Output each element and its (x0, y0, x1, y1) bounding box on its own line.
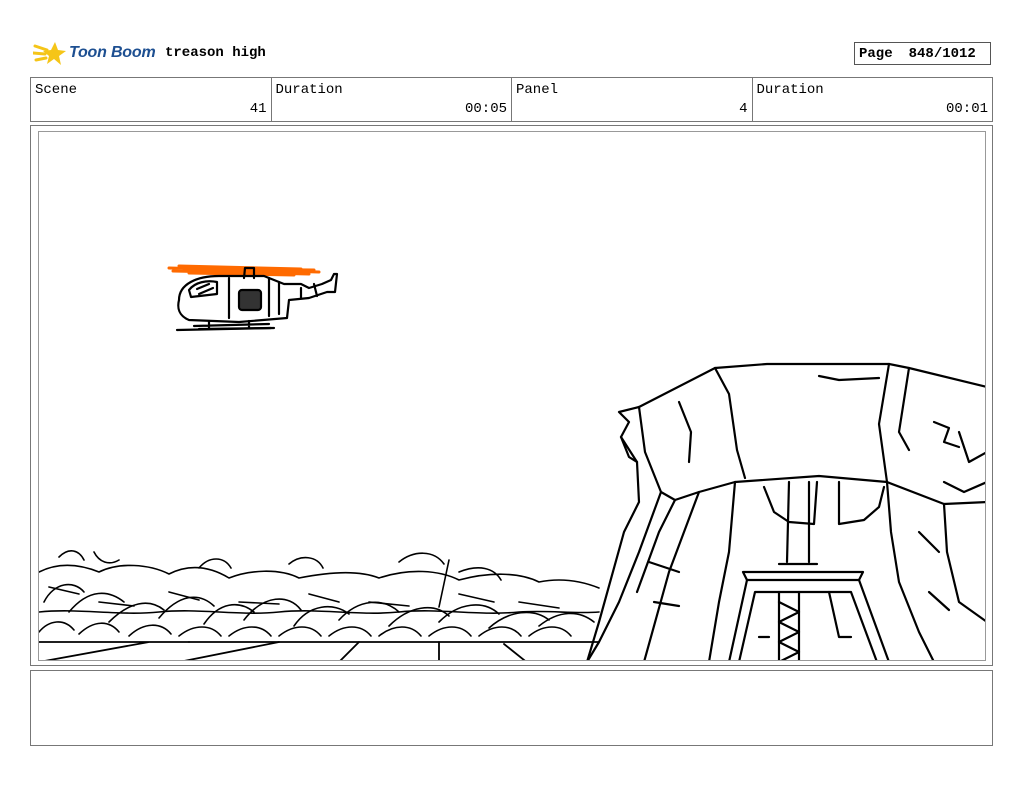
scene-value: 41 (249, 101, 267, 117)
scene-cell: Scene 41 (31, 78, 272, 121)
jungle-foliage (39, 550, 600, 637)
panel-duration-label: Duration (756, 82, 824, 98)
panel-duration-cell: Duration 00:01 (753, 78, 993, 121)
panel-value: 4 (739, 101, 748, 117)
star-burst-icon (33, 42, 66, 65)
panel-image (38, 131, 986, 661)
scene-duration-cell: Duration 00:05 (272, 78, 512, 121)
scene-label: Scene (35, 82, 78, 98)
panel-duration-value: 00:01 (945, 101, 988, 117)
panel-label: Panel (516, 82, 559, 98)
scene-duration-value: 00:05 (464, 101, 507, 117)
panel-cell: Panel 4 (512, 78, 753, 121)
panel-info-row: Scene 41 Duration 00:05 Panel 4 Duration… (30, 77, 993, 122)
scene-duration-label: Duration (275, 82, 343, 98)
page-indicator: Page 848/1012 (854, 42, 991, 65)
project-title: treason high (165, 45, 266, 61)
page-label: Page (859, 45, 893, 62)
logo-text: Toon Boom (69, 44, 156, 61)
panel-notes-box (30, 670, 993, 746)
page-number: 848/1012 (908, 45, 976, 62)
ground-lines (39, 641, 600, 660)
rock-fortress-drawing (586, 362, 985, 660)
helicopter-drawing (167, 264, 339, 332)
toon-boom-logo: Toon Boom (33, 38, 156, 68)
